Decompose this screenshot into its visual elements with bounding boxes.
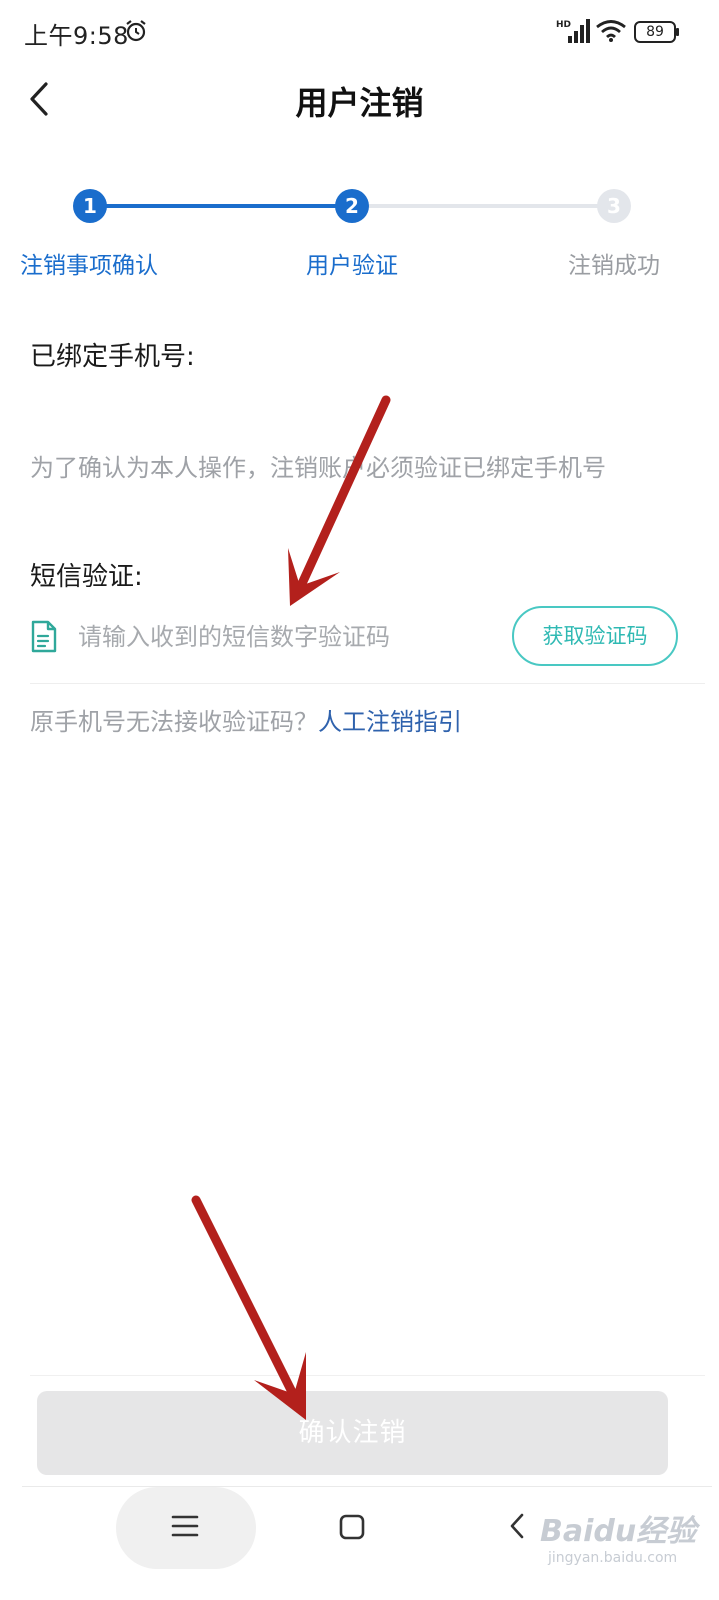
annotation-arrow-lower [191, 1195, 306, 1420]
annotation-arrow-upper [288, 395, 391, 606]
annotation-arrows [191, 395, 391, 1420]
